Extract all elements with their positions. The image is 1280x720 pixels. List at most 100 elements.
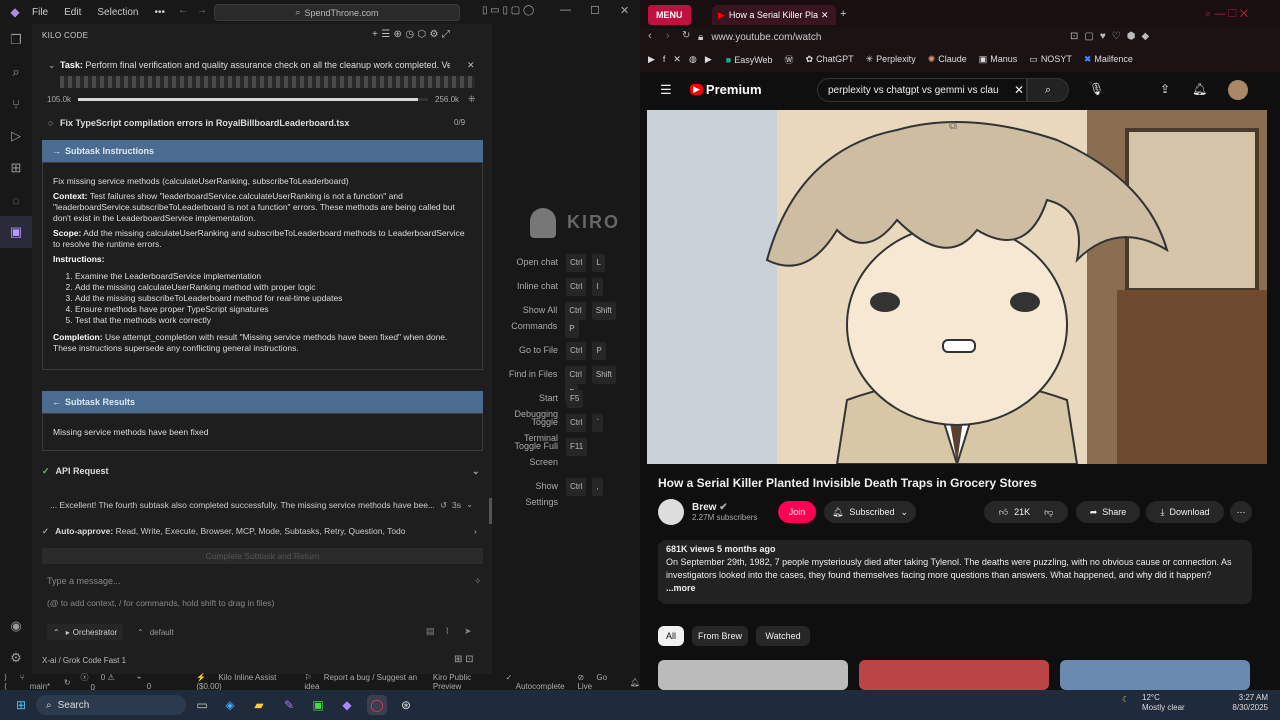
close-window-icon[interactable]: ✕ (620, 4, 629, 17)
explorer-icon[interactable]: ❐ (0, 24, 32, 56)
message-input[interactable]: Type a message... ✧ (@ to add context, /… (42, 567, 483, 640)
upload-icon[interactable]: ⇪ (1160, 82, 1170, 96)
search-activity-icon[interactable]: ⌕ (0, 56, 32, 88)
new-tab-icon[interactable]: + (840, 8, 846, 20)
task-header[interactable]: ⌄ Task: Perform final verification and q… (42, 54, 482, 134)
weather-widget[interactable]: ☾ 12°C Mostly clear (1122, 693, 1185, 713)
bookmark-claude[interactable]: ✺ Claude (928, 54, 967, 65)
avatar[interactable] (1228, 80, 1248, 100)
clear-search-icon[interactable]: ✕ (1014, 83, 1024, 97)
chip-watched[interactable]: Watched (756, 626, 810, 646)
subtask-instructions-header[interactable]: → Subtask Instructions (42, 140, 483, 162)
kiro-ghost-icon[interactable]: ◌ (0, 184, 32, 216)
subscribed-button[interactable]: 🔔︎ Subscribed ⌄ (824, 501, 916, 523)
channel-avatar[interactable] (658, 499, 684, 525)
close-task-icon[interactable]: ✕ (467, 60, 475, 71)
like-dislike-button[interactable]: 👍︎ 21K 👎︎ (984, 501, 1068, 523)
mode-selector[interactable]: ⌃ ▸ Orchestrator (47, 624, 124, 640)
kiro-preview-label[interactable]: Kiro Public Preview (433, 673, 496, 691)
task-view-icon[interactable]: ▭ (192, 695, 212, 715)
add-image-icon[interactable]: ▤ (426, 626, 435, 637)
remote-icon[interactable]: ⟩⟨ (4, 673, 10, 691)
settings-gear-icon[interactable]: ⚙ (0, 642, 32, 674)
chevron-down-icon[interactable]: ⌄ (466, 499, 473, 510)
picture-in-picture-icon[interactable]: ⧉ (949, 120, 957, 133)
clock[interactable]: 3:27 AM 8/30/2025 (1222, 693, 1268, 713)
auto-approve-row[interactable]: ✓ Auto-approve: Read, Write, Execute, Bro… (42, 526, 483, 542)
kilo-toolbar-icons[interactable]: + ☰ ⊕ ◷ ⬡ ⚙ ⤢ (372, 29, 450, 40)
kiro-app-icon[interactable]: ◆ (337, 695, 357, 715)
menu-selection[interactable]: Selection (89, 7, 146, 18)
profile-selector[interactable]: ⌃ default (137, 624, 174, 640)
terminal-app-icon[interactable]: ▣ (308, 695, 328, 715)
complete-subtask-button[interactable]: Complete Subtask and Return (42, 548, 483, 564)
run-debug-icon[interactable]: ▷ (0, 120, 32, 152)
shortcut-row[interactable]: Toggle Full Screen F11 (502, 438, 593, 470)
youtube-logo[interactable]: ▶ Premium (690, 82, 762, 97)
chip-all[interactable]: All (658, 626, 684, 646)
forward-icon[interactable]: › (666, 30, 670, 42)
chevron-right-icon[interactable]: › (474, 526, 477, 536)
download-button[interactable]: ⤓ Download (1146, 501, 1224, 523)
extensions-icon[interactable]: ⊞ (0, 152, 32, 184)
todo-item[interactable]: Fix TypeScript compilation errors in Roy… (60, 118, 349, 128)
minimize-icon[interactable]: — (560, 4, 571, 16)
bookmark-manus[interactable]: ▣ Manus (979, 54, 1018, 65)
related-thumbnail[interactable] (859, 660, 1049, 690)
channel-info[interactable]: Brew ✔ 2.27M subscribers (692, 502, 757, 522)
condense-icon[interactable]: ⁜ (468, 94, 476, 105)
bookmark-nosyt[interactable]: ▭ NOSYT (1029, 54, 1072, 65)
reload-icon[interactable]: ↻ (682, 30, 690, 41)
browser-window-controls[interactable]: ⌕ — ☐ ✕ (1205, 8, 1248, 21)
youtube-search-input[interactable]: perplexity vs chatgpt vs gemmi vs clau ✕ (817, 78, 1027, 102)
show-more-link[interactable]: ...more (666, 582, 1244, 595)
bookmark-chatgpt[interactable]: ✿ ChatGPT (806, 54, 854, 65)
windows-start-icon[interactable]: ⊞ (11, 695, 31, 715)
bookmark-icons[interactable]: ▶f✕◍▶ (648, 54, 720, 65)
refresh-icon[interactable]: ↺ (440, 500, 447, 511)
back-arrow-icon[interactable]: ← (178, 5, 188, 16)
hamburger-icon[interactable]: ☰ (660, 82, 672, 98)
command-search[interactable]: ⌕ SpendThrone.com (214, 4, 460, 21)
report-bug-link[interactable]: ⚐ Report a bug / Suggest an idea (304, 673, 423, 691)
forward-arrow-icon[interactable]: → (197, 5, 207, 16)
shortcut-row[interactable]: Show Settings Ctrl, (502, 478, 609, 510)
shortcut-row[interactable]: Go to File Ctrl P (502, 342, 612, 360)
ports-status[interactable]: ⌁ 0 (137, 673, 157, 691)
sync-icon[interactable]: ↻ (64, 678, 71, 687)
menu-more[interactable]: ••• (147, 7, 174, 18)
notifications-icon[interactable]: 🔔︎ (1192, 82, 1207, 96)
tab-close-icon[interactable]: ✕ (821, 10, 829, 21)
checkbox-icon[interactable]: ✓ (42, 526, 49, 536)
related-thumbnail[interactable] (658, 660, 848, 690)
api-request-row[interactable]: ✓ API Request ⌄ (42, 466, 483, 482)
send-icon[interactable]: ➤ (464, 626, 472, 637)
share-button[interactable]: ➦ Share (1076, 501, 1140, 523)
message-preview-row[interactable]: ... Excellent! The fourth subtask also c… (42, 498, 483, 514)
attach-icon[interactable]: ⌇ (445, 626, 449, 637)
search-button[interactable]: ⌕ (1027, 78, 1069, 102)
source-control-icon[interactable]: ⑂ (0, 88, 32, 120)
more-actions-button[interactable]: ⋯ (1230, 501, 1252, 523)
wordpress-icon[interactable]: Ⓦ (785, 53, 794, 66)
bookmark-easyweb[interactable]: ■ EasyWeb (726, 55, 773, 65)
video-player[interactable]: ⧉ (647, 110, 1267, 464)
taskbar-search[interactable]: ⌕ Search (36, 695, 186, 715)
branch-status[interactable]: ⑂ main* (20, 673, 54, 691)
subtask-results-header[interactable]: ← Subtask Results (42, 391, 483, 413)
kilo-code-icon[interactable]: ▣ (0, 216, 32, 248)
app-icon[interactable]: ✎ (279, 695, 299, 715)
chevron-down-icon[interactable]: ⌄ (472, 466, 480, 477)
bookmark-mailfence[interactable]: ✖ Mailfence (1084, 54, 1133, 65)
autocomplete-status[interactable]: ✓ Autocomplete (506, 673, 568, 691)
thumbs-down-icon[interactable]: 👎︎ (1044, 507, 1053, 518)
model-icons[interactable]: ⊞ ⊡ (454, 654, 474, 665)
maximize-icon[interactable]: ☐ (590, 4, 600, 17)
layout-icons[interactable]: ▯ ▭ ▯ ▢ ◯ (482, 5, 534, 16)
address-bar[interactable]: 🔒︎ www.youtube.com/watch (698, 28, 1098, 46)
thumbs-up-icon[interactable]: 👍︎ (999, 507, 1008, 518)
extension-icons[interactable]: ⊡▢♥♡⬢◆ (1070, 31, 1155, 42)
app-icon[interactable]: ⊛ (396, 695, 416, 715)
shortcut-row[interactable]: Open chat Ctrl L (502, 254, 611, 272)
bookmark-perplexity[interactable]: ✳ Perplexity (866, 54, 916, 65)
